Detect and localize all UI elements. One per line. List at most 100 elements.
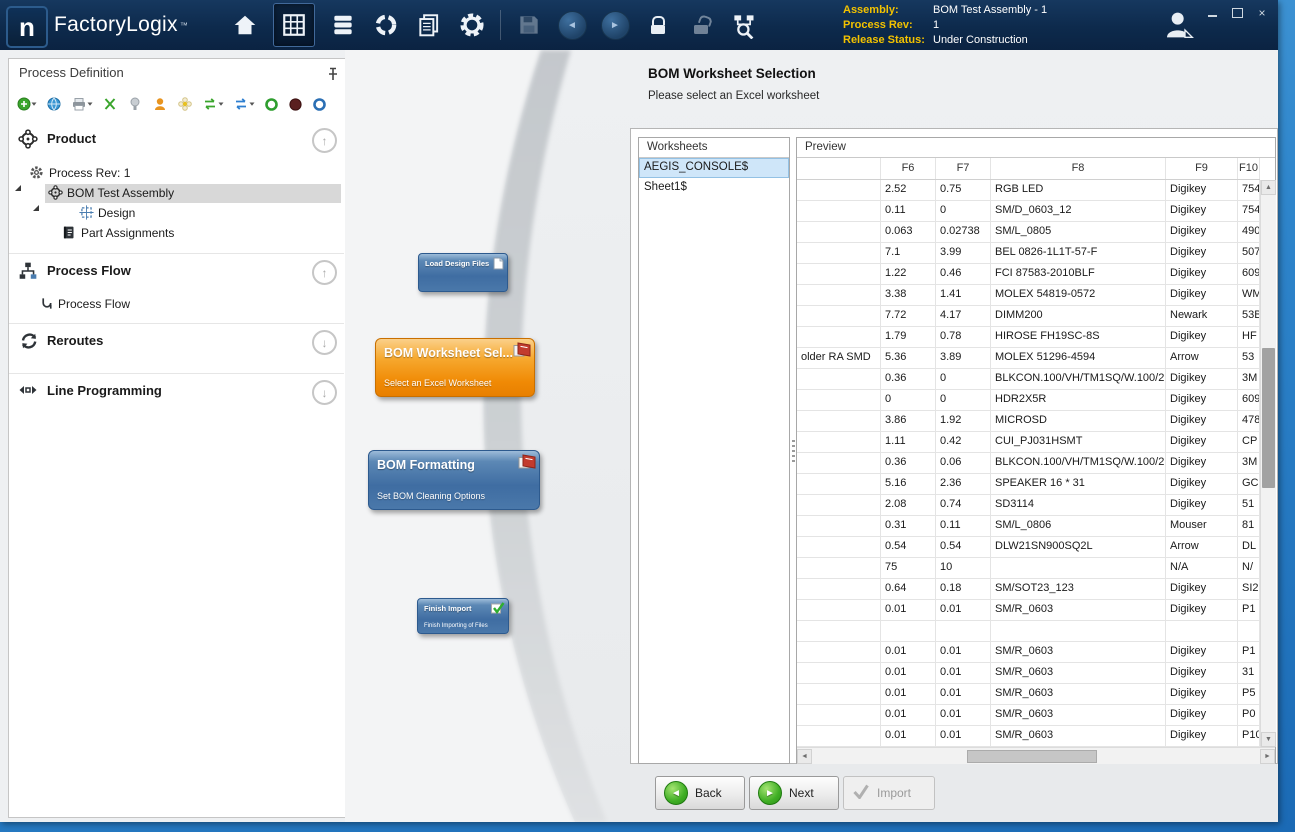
table-row[interactable]: 0.01 0.01 SM/R_0603 Digikey P0 [797,705,1260,726]
section-divider [9,323,344,324]
column-header[interactable]: F9 [1166,158,1238,179]
horizontal-scroll-thumb[interactable] [967,750,1097,763]
reroutes-icon [18,331,38,356]
section-divider [9,373,344,374]
tree-item-process-rev[interactable]: Process Rev: 1 [9,164,344,183]
tree-item-bom-test-assembly[interactable]: BOM Test Assembly [9,184,344,203]
step-load-design-files[interactable]: Load Design Files [418,253,508,292]
table-row[interactable]: 0.01 0.01 SM/R_0603 Digikey P10 [797,726,1260,747]
table-row[interactable]: 2.52 0.75 RGB LED Digikey 754 [797,180,1260,201]
table-row[interactable]: 3.86 1.92 MICROSD Digikey 478 [797,411,1260,432]
table-row[interactable]: 0.01 0.01 SM/R_0603 Digikey P1 [797,600,1260,621]
production-stack-icon[interactable] [328,4,358,46]
worksheet-item[interactable]: Sheet1$ [639,178,789,198]
nav-back-icon[interactable]: ◄ [557,4,587,46]
process-definition-icon[interactable] [273,3,315,47]
table-row[interactable]: 7.72 4.17 DIMM200 Newark 53B [797,306,1260,327]
collapse-up-icon[interactable]: ↑ [312,260,337,285]
section-line-programming[interactable]: Line Programming ↓ [9,377,344,407]
user-icon[interactable] [1163,10,1195,43]
collapse-down-icon[interactable]: ↓ [312,380,337,405]
save-icon[interactable] [514,4,544,46]
person-icon[interactable] [152,96,168,112]
table-row[interactable]: 2.08 0.74 SD3114 Digikey 51 [797,495,1260,516]
table-row[interactable]: 1.79 0.78 HIROSE FH19SC-8S Digikey HF [797,327,1260,348]
minimize-button[interactable] [1204,6,1220,20]
section-process-flow[interactable]: Process Flow ↑ [9,257,344,287]
add-icon[interactable] [17,96,37,112]
collapse-up-icon[interactable]: ↑ [312,128,337,153]
step-bom-worksheet-selection[interactable]: BOM Worksheet Sel... Select an Excel Wor… [375,338,535,397]
cut-icon[interactable] [102,96,118,112]
settings-gear-icon[interactable] [457,4,487,46]
globe-icon[interactable] [46,96,62,112]
process-search-icon[interactable] [729,4,759,46]
table-row[interactable]: 75 10 N/A N/ [797,558,1260,579]
tree-item-part-assignments[interactable]: Part Assignments [9,224,344,243]
column-header[interactable] [797,158,881,179]
flower-icon[interactable] [177,96,193,112]
pin-icon[interactable] [327,67,339,86]
flow-icon [39,296,54,314]
scroll-down-icon[interactable]: ▼ [1261,732,1276,747]
column-header[interactable]: F7 [936,158,991,179]
unlock-icon[interactable] [686,4,716,46]
table-row[interactable]: 0.54 0.54 DLW21SN900SQ2L Arrow DL [797,537,1260,558]
info-circle-icon[interactable] [312,97,327,112]
table-row[interactable]: 1.11 0.42 CUI_PJ031HSMT Digikey CP [797,432,1260,453]
maximize-button[interactable] [1229,6,1245,20]
scroll-right-icon[interactable]: ► [1260,749,1275,764]
table-row[interactable]: 3.38 1.41 MOLEX 54819-0572 Digikey WM [797,285,1260,306]
scroll-left-icon[interactable]: ◄ [797,749,812,764]
table-row[interactable]: 5.16 2.36 SPEAKER 16 * 31 Digikey GC [797,474,1260,495]
vertical-scroll-thumb[interactable] [1262,348,1275,488]
table-row[interactable]: 0.063 0.02738 SM/L_0805 Digikey 490 [797,222,1260,243]
app-window: n FactoryLogix™ [0,0,1278,822]
lamp-icon[interactable] [127,96,143,112]
back-button[interactable]: ◄ Back [655,776,745,810]
tracking-icon[interactable] [371,4,401,46]
vertical-scrollbar[interactable]: ▲ ▼ [1260,180,1276,747]
table-row[interactable]: 7.1 3.99 BEL 0826-1L1T-57-F Digikey 507 [797,243,1260,264]
nav-forward-icon[interactable]: ► [600,4,630,46]
table-row[interactable]: 0.64 0.18 SM/SOT23_123 Digikey SI2 [797,579,1260,600]
stop-circle-icon[interactable] [288,97,303,112]
tree-item-design[interactable]: Design [9,204,344,223]
collapse-down-icon[interactable]: ↓ [312,330,337,355]
table-row[interactable]: 0.01 0.01 SM/R_0603 Digikey P1 [797,642,1260,663]
table-row[interactable]: 0.36 0 BLKCON.100/VH/TM1SQ/W.100/2 Digik… [797,369,1260,390]
table-row[interactable]: 0.31 0.11 SM/L_0806 Mouser 81 [797,516,1260,537]
close-button[interactable]: × [1254,6,1270,20]
step-bom-formatting[interactable]: BOM Formatting Set BOM Cleaning Options [368,450,540,510]
horizontal-scrollbar[interactable]: ◄ ► [797,747,1275,764]
table-row[interactable]: 0.11 0 SM/D_0603_12 Digikey 754 [797,201,1260,222]
home-icon[interactable] [230,4,260,46]
transfer-blue-icon[interactable] [233,96,255,112]
table-row[interactable]: 0 0 HDR2X5R Digikey 609 [797,390,1260,411]
table-row[interactable]: 0.01 0.01 SM/R_0603 Digikey 31 [797,663,1260,684]
column-header[interactable]: F10 [1238,158,1260,179]
table-row[interactable] [797,621,1260,642]
scroll-up-icon[interactable]: ▲ [1261,180,1276,195]
section-reroutes[interactable]: Reroutes ↓ [9,327,344,357]
start-circle-icon[interactable] [264,97,279,112]
window-controls: × [1204,6,1270,20]
column-header[interactable]: F6 [881,158,936,179]
wizard-title: BOM Worksheet Selection [648,66,816,81]
table-row[interactable]: 1.22 0.46 FCI 87583-2010BLF Digikey 609 [797,264,1260,285]
import-button[interactable]: Import [843,776,935,810]
table-row[interactable]: 0.36 0.06 BLKCON.100/VH/TM1SQ/W.100/2 Di… [797,453,1260,474]
transfer-green-icon[interactable] [202,96,224,112]
step-finish-import[interactable]: Finish Import Finish Importing of Files [417,598,509,634]
panel-splitter[interactable] [791,137,795,764]
print-icon[interactable] [71,96,93,112]
next-button[interactable]: ► Next [749,776,839,810]
column-header[interactable]: F8 [991,158,1166,179]
table-row[interactable]: older RA SMD 5.36 3.89 MOLEX 51296-4594 … [797,348,1260,369]
tree-item-process-flow[interactable]: Process Flow [9,295,344,314]
documents-icon[interactable] [414,4,444,46]
table-row[interactable]: 0.01 0.01 SM/R_0603 Digikey P5 [797,684,1260,705]
section-product[interactable]: Product ↑ [9,125,344,155]
worksheet-item[interactable]: AEGIS_CONSOLE$ [639,158,789,178]
lock-icon[interactable] [643,4,673,46]
